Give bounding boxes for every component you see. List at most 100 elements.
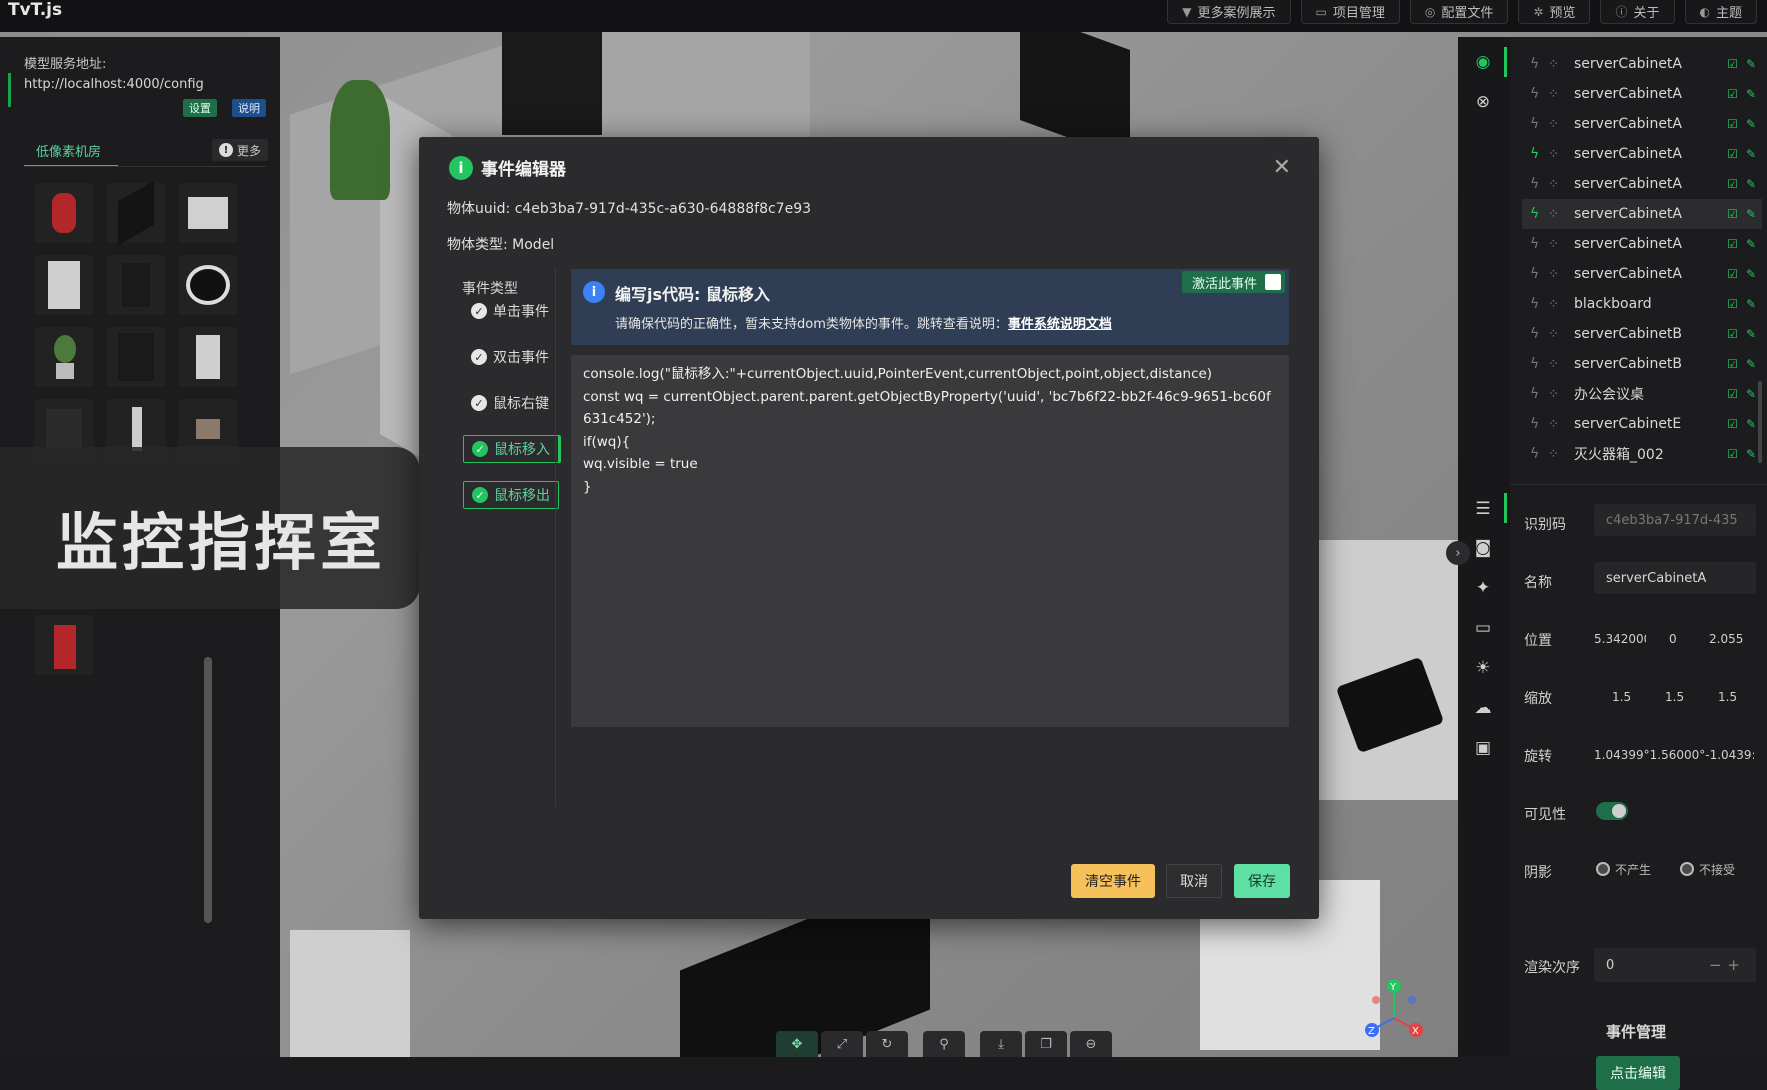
visible-checkbox-icon[interactable]: ☑: [1727, 57, 1738, 71]
visible-checkbox-icon[interactable]: ☑: [1727, 327, 1738, 341]
drag-handle-icon[interactable]: ⁘: [1548, 327, 1568, 342]
rotate-tool-icon[interactable]: ↻: [866, 1031, 908, 1057]
edit-icon[interactable]: ✎: [1746, 267, 1756, 281]
tree-item[interactable]: ϟ ⁘ 灭火器箱_002 ☑ ✎: [1522, 439, 1762, 469]
sun-icon[interactable]: ☀: [1472, 657, 1494, 679]
position-y[interactable]: 0: [1669, 632, 1677, 646]
asset-chair[interactable]: [178, 255, 238, 315]
bolt-icon[interactable]: ϟ: [1530, 266, 1544, 282]
sparkle-icon[interactable]: ✦: [1472, 577, 1494, 599]
tree-item[interactable]: ϟ ⁘ serverCabinetB ☑ ✎: [1522, 319, 1762, 349]
edit-icon[interactable]: ✎: [1746, 147, 1756, 161]
visible-checkbox-icon[interactable]: ☑: [1727, 147, 1738, 161]
bolt-icon[interactable]: ϟ: [1530, 206, 1544, 222]
drag-handle-icon[interactable]: ⁘: [1548, 237, 1568, 252]
drag-handle-icon[interactable]: ⁘: [1548, 87, 1568, 102]
save-button[interactable]: 保存: [1234, 864, 1290, 898]
asset-extinguisher[interactable]: [34, 183, 94, 243]
edit-icon[interactable]: ✎: [1746, 177, 1756, 191]
edit-icon[interactable]: ✎: [1746, 357, 1756, 371]
visible-checkbox-icon[interactable]: ☑: [1727, 297, 1738, 311]
tree-item[interactable]: ϟ ⁘ serverCabinetA ☑ ✎: [1522, 49, 1762, 79]
bolt-icon[interactable]: ϟ: [1530, 416, 1544, 432]
close-icon[interactable]: ✕: [1273, 155, 1291, 180]
event-tab[interactable]: ✓ 单击事件: [463, 297, 557, 325]
bolt-icon[interactable]: ϟ: [1530, 56, 1544, 72]
visible-checkbox-icon[interactable]: ☑: [1727, 117, 1738, 131]
edit-icon[interactable]: ✎: [1746, 297, 1756, 311]
shadow-receive-radio[interactable]: 不接受: [1680, 859, 1735, 879]
calendar-icon[interactable]: ▣: [1472, 737, 1494, 759]
download-tool-icon[interactable]: ⤓: [980, 1031, 1022, 1057]
nav-about-button[interactable]: ⓘ 关于: [1600, 0, 1675, 24]
event-tab[interactable]: ✓ 鼠标移入: [463, 435, 561, 463]
asset-fire-box[interactable]: [34, 615, 94, 675]
visible-checkbox-icon[interactable]: ☑: [1727, 177, 1738, 191]
axis-gizmo-icon[interactable]: Y X Z: [1360, 978, 1428, 1040]
properties-icon[interactable]: ☰: [1472, 498, 1494, 520]
nav-filter-button[interactable]: ▼ 更多案例展示: [1167, 0, 1291, 24]
edit-icon[interactable]: ✎: [1746, 417, 1756, 431]
asset-server[interactable]: [178, 327, 238, 387]
position-x[interactable]: 5.342000: [1594, 632, 1646, 646]
bolt-icon[interactable]: ϟ: [1530, 86, 1544, 102]
scene-tree-icon[interactable]: ◉: [1472, 51, 1494, 73]
scale-x[interactable]: 1.5: [1612, 690, 1631, 704]
scale-y[interactable]: 1.5: [1665, 690, 1684, 704]
nav-folder-button[interactable]: ▭ 项目管理: [1300, 0, 1400, 24]
tree-item[interactable]: ϟ ⁘ serverCabinetE ☑ ✎: [1522, 409, 1762, 439]
nav-config-button[interactable]: ◎ 配置文件: [1409, 0, 1509, 24]
tree-item[interactable]: ϟ ⁘ serverCabinetA ☑ ✎: [1522, 79, 1762, 109]
more-button[interactable]: ! 更多: [212, 139, 268, 161]
drag-handle-icon[interactable]: ⁘: [1548, 177, 1568, 192]
activate-event-switch[interactable]: 激活此事件: [1181, 271, 1285, 293]
edit-event-button[interactable]: 点击编辑: [1596, 1056, 1680, 1090]
link-tool-icon[interactable]: ⚲: [923, 1031, 965, 1057]
bolt-icon[interactable]: ϟ: [1530, 446, 1544, 462]
event-tab[interactable]: ✓ 鼠标右键: [463, 389, 557, 417]
weather-icon[interactable]: ☁: [1472, 697, 1494, 719]
delete-tool-icon[interactable]: ⊖: [1070, 1031, 1112, 1057]
edit-icon[interactable]: ✎: [1746, 87, 1756, 101]
edit-icon[interactable]: ✎: [1746, 117, 1756, 131]
cancel-button[interactable]: 取消: [1166, 864, 1222, 898]
code-editor[interactable]: console.log("鼠标移入:"+currentObject.uuid,P…: [571, 355, 1289, 727]
asset-cabinet[interactable]: [106, 255, 166, 315]
bolt-icon[interactable]: ϟ: [1530, 236, 1544, 252]
server-url[interactable]: http://localhost:4000/config: [24, 77, 204, 92]
scale-z[interactable]: 1.5: [1718, 690, 1737, 704]
settings-button[interactable]: 设置: [183, 99, 217, 117]
visible-checkbox-icon[interactable]: ☑: [1727, 207, 1738, 221]
move-tool-icon[interactable]: ✥: [776, 1031, 818, 1057]
bolt-icon[interactable]: ϟ: [1530, 296, 1544, 312]
tree-item[interactable]: ϟ ⁘ serverCabinetA ☑ ✎: [1522, 109, 1762, 139]
event-tab[interactable]: ✓ 双击事件: [463, 343, 557, 371]
visible-checkbox-icon[interactable]: ☑: [1727, 237, 1738, 251]
scale-tool-icon[interactable]: ⤢: [821, 1031, 863, 1057]
drag-handle-icon[interactable]: ⁘: [1548, 447, 1568, 462]
drag-handle-icon[interactable]: ⁘: [1548, 267, 1568, 282]
tab-low-poly-room[interactable]: 低像素机房: [24, 137, 118, 167]
tree-item[interactable]: ϟ ⁘ 办公会议桌 ☑ ✎: [1522, 379, 1762, 409]
edit-icon[interactable]: ✎: [1746, 387, 1756, 401]
visible-checkbox-icon[interactable]: ☑: [1727, 417, 1738, 431]
visible-checkbox-icon[interactable]: ☑: [1727, 357, 1738, 371]
visible-checkbox-icon[interactable]: ☑: [1727, 267, 1738, 281]
tree-scrollbar[interactable]: [1758, 381, 1762, 463]
drag-handle-icon[interactable]: ⁘: [1548, 357, 1568, 372]
visible-checkbox-icon[interactable]: ☑: [1727, 87, 1738, 101]
shadow-cast-radio[interactable]: 不产生: [1596, 859, 1651, 879]
copy-tool-icon[interactable]: ❐: [1025, 1031, 1067, 1057]
nav-preview-button[interactable]: ✲ 预览: [1518, 0, 1591, 24]
bolt-icon[interactable]: ϟ: [1530, 116, 1544, 132]
collapse-panel-icon[interactable]: ›: [1446, 541, 1470, 565]
drag-handle-icon[interactable]: ⁘: [1548, 297, 1568, 312]
edit-icon[interactable]: ✎: [1746, 327, 1756, 341]
bolt-icon[interactable]: ϟ: [1530, 356, 1544, 372]
edit-icon[interactable]: ✎: [1746, 57, 1756, 71]
edit-icon[interactable]: ✎: [1746, 207, 1756, 221]
render-order-stepper[interactable]: 0 −+: [1594, 948, 1756, 982]
tree-item[interactable]: ϟ ⁘ serverCabinetA ☑ ✎: [1522, 139, 1762, 169]
visible-checkbox-icon[interactable]: ☑: [1727, 447, 1738, 461]
asset-plant[interactable]: [34, 327, 94, 387]
